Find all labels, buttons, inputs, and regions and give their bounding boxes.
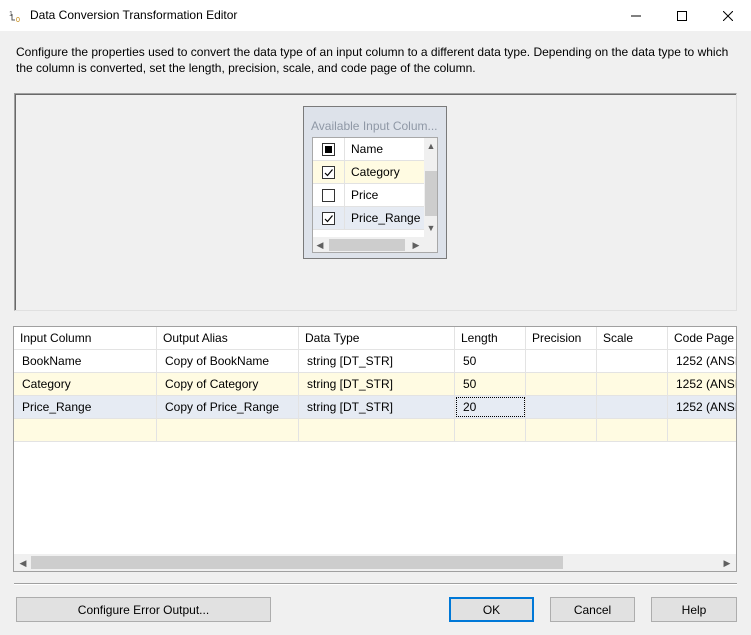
price-range-checkbox[interactable] — [322, 212, 335, 225]
configure-error-output-button[interactable]: Configure Error Output... — [16, 597, 271, 622]
maximize-icon — [677, 10, 687, 21]
column-header: Input Column — [14, 327, 157, 349]
category-checkbox[interactable] — [322, 166, 335, 179]
ok-button[interactable]: OK — [449, 597, 534, 622]
scale-cell[interactable] — [597, 350, 668, 372]
description-line-2: the column is converted, set the length,… — [16, 61, 476, 75]
precision-cell[interactable] — [526, 350, 597, 372]
name-column-header: Name — [351, 142, 384, 156]
code-page-cell[interactable]: 1252 (ANSI — [668, 396, 736, 418]
data-conversion-icon: 1 0 — [9, 11, 20, 24]
list-header-row: Name — [313, 138, 424, 161]
input-column-cell[interactable] — [14, 419, 157, 441]
data-type-cell[interactable]: string [DT_STR] — [299, 396, 455, 418]
column-header: Code Page — [674, 331, 735, 345]
scroll-down-icon[interactable]: ▼ — [424, 221, 437, 235]
price-checkbox[interactable] — [322, 189, 335, 202]
code-page-cell[interactable]: 1252 (ANSI — [668, 350, 736, 372]
scale-cell[interactable] — [597, 396, 668, 418]
available-input-columns-title: Available Input Colum... — [311, 119, 438, 133]
precision-cell[interactable] — [526, 419, 597, 441]
length-cell[interactable]: 50 — [455, 373, 526, 395]
data-type-cell[interactable] — [299, 419, 455, 441]
code-page-cell[interactable] — [668, 419, 736, 441]
conversion-grid[interactable]: Input Column Output Alias Data Type Leng… — [13, 326, 737, 572]
scroll-thumb[interactable] — [425, 171, 437, 216]
list-horizontal-scrollbar[interactable]: ◀ ▶ — [313, 237, 437, 252]
list-vertical-scrollbar[interactable]: ▲ ▼ — [424, 138, 437, 237]
scroll-right-icon[interactable]: ▶ — [720, 556, 734, 570]
column-header: Length — [455, 327, 526, 349]
list-item-label: Category — [351, 165, 400, 179]
svg-text:0: 0 — [16, 17, 20, 24]
select-all-cell[interactable] — [313, 138, 345, 160]
maximize-button[interactable] — [659, 0, 705, 31]
scroll-right-icon[interactable]: ▶ — [409, 238, 423, 252]
data-type-cell[interactable]: string [DT_STR] — [299, 350, 455, 372]
data-type-cell[interactable]: string [DT_STR] — [299, 373, 455, 395]
column-header: Output Alias — [157, 327, 299, 349]
output-alias-cell[interactable]: Copy of Category — [157, 373, 299, 395]
close-button[interactable] — [705, 0, 751, 31]
minimize-button[interactable] — [613, 0, 659, 31]
output-alias-cell[interactable]: Copy of BookName — [157, 350, 299, 372]
new-row[interactable] — [14, 419, 736, 442]
length-cell-focused[interactable]: 20 — [455, 396, 526, 418]
grid-header-row: Input Column Output Alias Data Type Leng… — [14, 327, 736, 350]
table-row[interactable]: Price_Range Copy of Price_Range string [… — [14, 396, 736, 419]
precision-cell[interactable] — [526, 373, 597, 395]
close-icon — [723, 10, 733, 21]
help-button[interactable]: Help — [651, 597, 737, 622]
list-item-label: Price_Range — [351, 211, 421, 225]
window-title: Data Conversion Transformation Editor — [30, 8, 238, 22]
description-text: Configure the properties used to convert… — [16, 44, 746, 76]
minimize-icon — [631, 15, 641, 16]
cancel-button[interactable]: Cancel — [550, 597, 635, 622]
scroll-left-icon[interactable]: ◀ — [16, 556, 30, 570]
checkmark-icon — [324, 215, 333, 223]
checkbox-cell[interactable] — [313, 207, 345, 229]
scale-cell[interactable] — [597, 373, 668, 395]
available-columns-list[interactable]: Name Category Price Price_Range ▲ ▼ ◀ ▶ — [312, 137, 438, 253]
checkbox-cell[interactable] — [313, 161, 345, 183]
output-alias-cell[interactable] — [157, 419, 299, 441]
list-item-label: Price — [351, 188, 379, 202]
scroll-up-icon[interactable]: ▲ — [424, 139, 437, 153]
indeterminate-icon — [325, 146, 332, 153]
scroll-thumb[interactable] — [31, 556, 563, 569]
output-alias-cell[interactable]: Copy of Price_Range — [157, 396, 299, 418]
length-cell[interactable]: 50 — [455, 350, 526, 372]
separator — [14, 583, 737, 585]
column-header: Precision — [526, 327, 597, 349]
input-column-cell[interactable]: BookName — [14, 350, 157, 372]
available-input-columns-box[interactable]: Available Input Colum... Name Category P… — [303, 106, 447, 259]
grid-horizontal-scrollbar[interactable]: ◀ ▶ — [14, 554, 736, 571]
input-column-cell[interactable]: Price_Range — [14, 396, 157, 418]
title-bar: 1 0 Data Conversion Transformation Edito… — [0, 0, 751, 31]
code-page-cell[interactable]: 1252 (ANSI — [668, 373, 736, 395]
description-line-1: Configure the properties used to convert… — [16, 45, 729, 59]
checkbox-cell[interactable] — [313, 184, 345, 206]
list-item[interactable]: Price_Range — [313, 207, 424, 230]
column-header: Data Type — [299, 327, 455, 349]
precision-cell[interactable] — [526, 396, 597, 418]
scale-cell[interactable] — [597, 419, 668, 441]
column-header: Scale — [597, 327, 668, 349]
list-item[interactable]: Price — [313, 184, 424, 207]
table-row[interactable]: Category Copy of Category string [DT_STR… — [14, 373, 736, 396]
length-cell[interactable] — [455, 419, 526, 441]
scroll-thumb[interactable] — [329, 239, 405, 251]
scroll-left-icon[interactable]: ◀ — [313, 238, 327, 252]
list-item[interactable]: Category — [313, 161, 424, 184]
input-column-cell[interactable]: Category — [14, 373, 157, 395]
table-row[interactable]: BookName Copy of BookName string [DT_STR… — [14, 350, 736, 373]
checkmark-icon — [324, 169, 333, 177]
select-all-checkbox[interactable] — [322, 143, 335, 156]
